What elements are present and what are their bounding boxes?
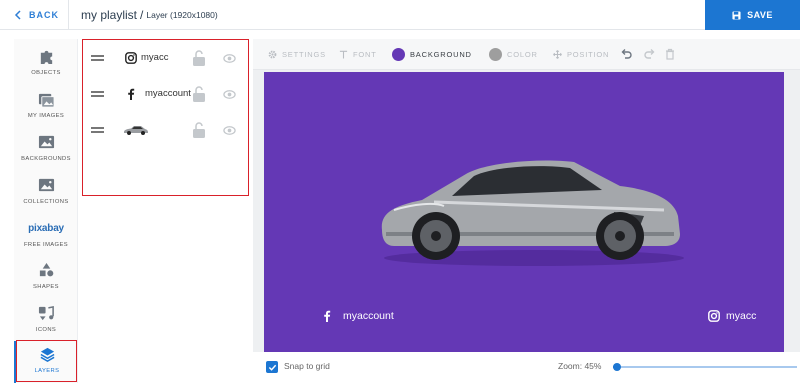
gear-icon	[268, 50, 277, 59]
sidebar-item-label: LAYERS	[34, 368, 60, 374]
pixabay-logo: pixabay	[28, 222, 64, 234]
snap-to-grid-label: Snap to grid	[284, 361, 330, 371]
trash-icon[interactable]	[664, 48, 676, 60]
eye-icon[interactable]	[223, 124, 236, 137]
page-title: my playlist / Layer (1920x1080)	[81, 0, 218, 30]
images-icon	[37, 90, 55, 108]
sidebar-item-free-images[interactable]: pixabay FREE IMAGES	[14, 215, 78, 257]
eye-icon[interactable]	[223, 52, 236, 65]
layer-row[interactable]: myaccount	[83, 82, 248, 108]
checkmark-icon	[268, 364, 276, 371]
background-label: BACKGROUND	[410, 50, 472, 59]
font-button[interactable]: FONT	[339, 39, 377, 70]
save-button[interactable]: SAVE	[705, 0, 800, 30]
text-icon	[339, 50, 348, 59]
image-icon	[37, 133, 55, 151]
save-label: SAVE	[747, 10, 773, 20]
drag-handle-icon[interactable]	[91, 91, 104, 97]
sidebar-item-icons[interactable]: ICONS	[14, 300, 78, 342]
move-icon	[553, 50, 562, 59]
top-bar: BACK my playlist / Layer (1920x1080) SAV…	[0, 0, 800, 30]
text-color-swatch	[489, 48, 502, 61]
snap-to-grid-checkbox[interactable]	[266, 361, 278, 373]
editor-toolbar: SETTINGS FONT BACKGROUND COLOR POSITION	[253, 39, 800, 70]
car-image[interactable]	[374, 150, 684, 270]
settings-label: SETTINGS	[282, 50, 326, 59]
sidebar-item-collections[interactable]: COLLECTIONS	[14, 172, 78, 214]
facebook-icon	[128, 88, 135, 100]
layers-panel: myacc myaccount	[82, 39, 249, 196]
floppy-disk-icon	[732, 10, 741, 20]
playlist-title: my playlist	[81, 8, 138, 22]
sidebar-item-backgrounds[interactable]: BACKGROUNDS	[14, 129, 78, 171]
background-button[interactable]: BACKGROUND	[392, 39, 472, 70]
bottom-bar: Snap to grid Zoom: 45%	[253, 352, 800, 383]
canvas-instagram-text[interactable]: myacc	[708, 308, 756, 324]
facebook-icon	[324, 310, 331, 322]
layer-row[interactable]: myacc	[83, 46, 248, 72]
eye-icon[interactable]	[223, 88, 236, 101]
header-divider	[68, 0, 69, 30]
background-color-swatch	[392, 48, 405, 61]
sidebar-item-label: ICONS	[35, 327, 57, 333]
sidebar-item-shapes[interactable]: SHAPES	[14, 257, 78, 299]
canvas-instagram-label: myacc	[726, 310, 757, 322]
canvas-facebook-label: myaccount	[343, 310, 394, 322]
zoom-label: Zoom: 45%	[558, 361, 602, 371]
back-label: BACK	[29, 10, 59, 20]
redo-icon[interactable]	[644, 48, 656, 60]
zoom-slider[interactable]	[612, 363, 797, 371]
unlock-icon[interactable]	[192, 121, 206, 139]
image-icon	[37, 176, 55, 194]
unlock-icon[interactable]	[192, 85, 206, 103]
undo-icon[interactable]	[620, 48, 632, 60]
sidebar-item-label: COLLECTIONS	[23, 199, 69, 205]
design-canvas[interactable]: myaccount myacc	[264, 72, 784, 352]
layers-icon	[38, 345, 56, 363]
zoom-slider-thumb[interactable]	[612, 363, 621, 371]
settings-button[interactable]: SETTINGS	[268, 39, 326, 70]
shapes-icon	[37, 261, 55, 279]
unlock-icon[interactable]	[192, 49, 206, 67]
sidebar-item-objects[interactable]: OBJECTS	[14, 43, 78, 85]
sidebar-item-layers[interactable]: LAYERS	[14, 341, 78, 383]
sidebar-item-label: BACKGROUNDS	[21, 156, 71, 162]
font-label: FONT	[353, 50, 377, 59]
chevron-left-icon	[14, 10, 21, 20]
layer-subtitle: Layer (1920x1080)	[146, 10, 218, 20]
drag-handle-icon[interactable]	[91, 127, 104, 133]
sidebar-item-label: SHAPES	[33, 284, 59, 290]
sidebar-item-label: FREE IMAGES	[23, 242, 69, 248]
car-thumbnail	[124, 126, 148, 135]
puzzle-icon	[37, 47, 55, 65]
layer-name: myacc	[141, 52, 169, 63]
layer-row[interactable]	[83, 118, 248, 144]
tool-sidebar: OBJECTS MY IMAGES BACKGROUNDS COLLECTION…	[14, 39, 78, 383]
back-button[interactable]: BACK	[14, 0, 59, 30]
title-separator: /	[140, 8, 144, 22]
position-button[interactable]: POSITION	[553, 39, 609, 70]
canvas-facebook-text[interactable]: myaccount	[321, 308, 394, 324]
position-label: POSITION	[567, 50, 610, 59]
color-label: COLOR	[507, 50, 538, 59]
color-button[interactable]: COLOR	[489, 39, 538, 70]
sidebar-item-my-images[interactable]: MY IMAGES	[14, 86, 78, 128]
instagram-icon	[708, 310, 720, 322]
sidebar-item-label: OBJECTS	[31, 70, 61, 76]
instagram-icon	[125, 52, 137, 64]
drag-handle-icon[interactable]	[91, 55, 104, 61]
layer-name: myaccount	[145, 88, 191, 99]
music-icon	[37, 304, 55, 322]
sidebar-item-label: MY IMAGES	[27, 113, 65, 119]
